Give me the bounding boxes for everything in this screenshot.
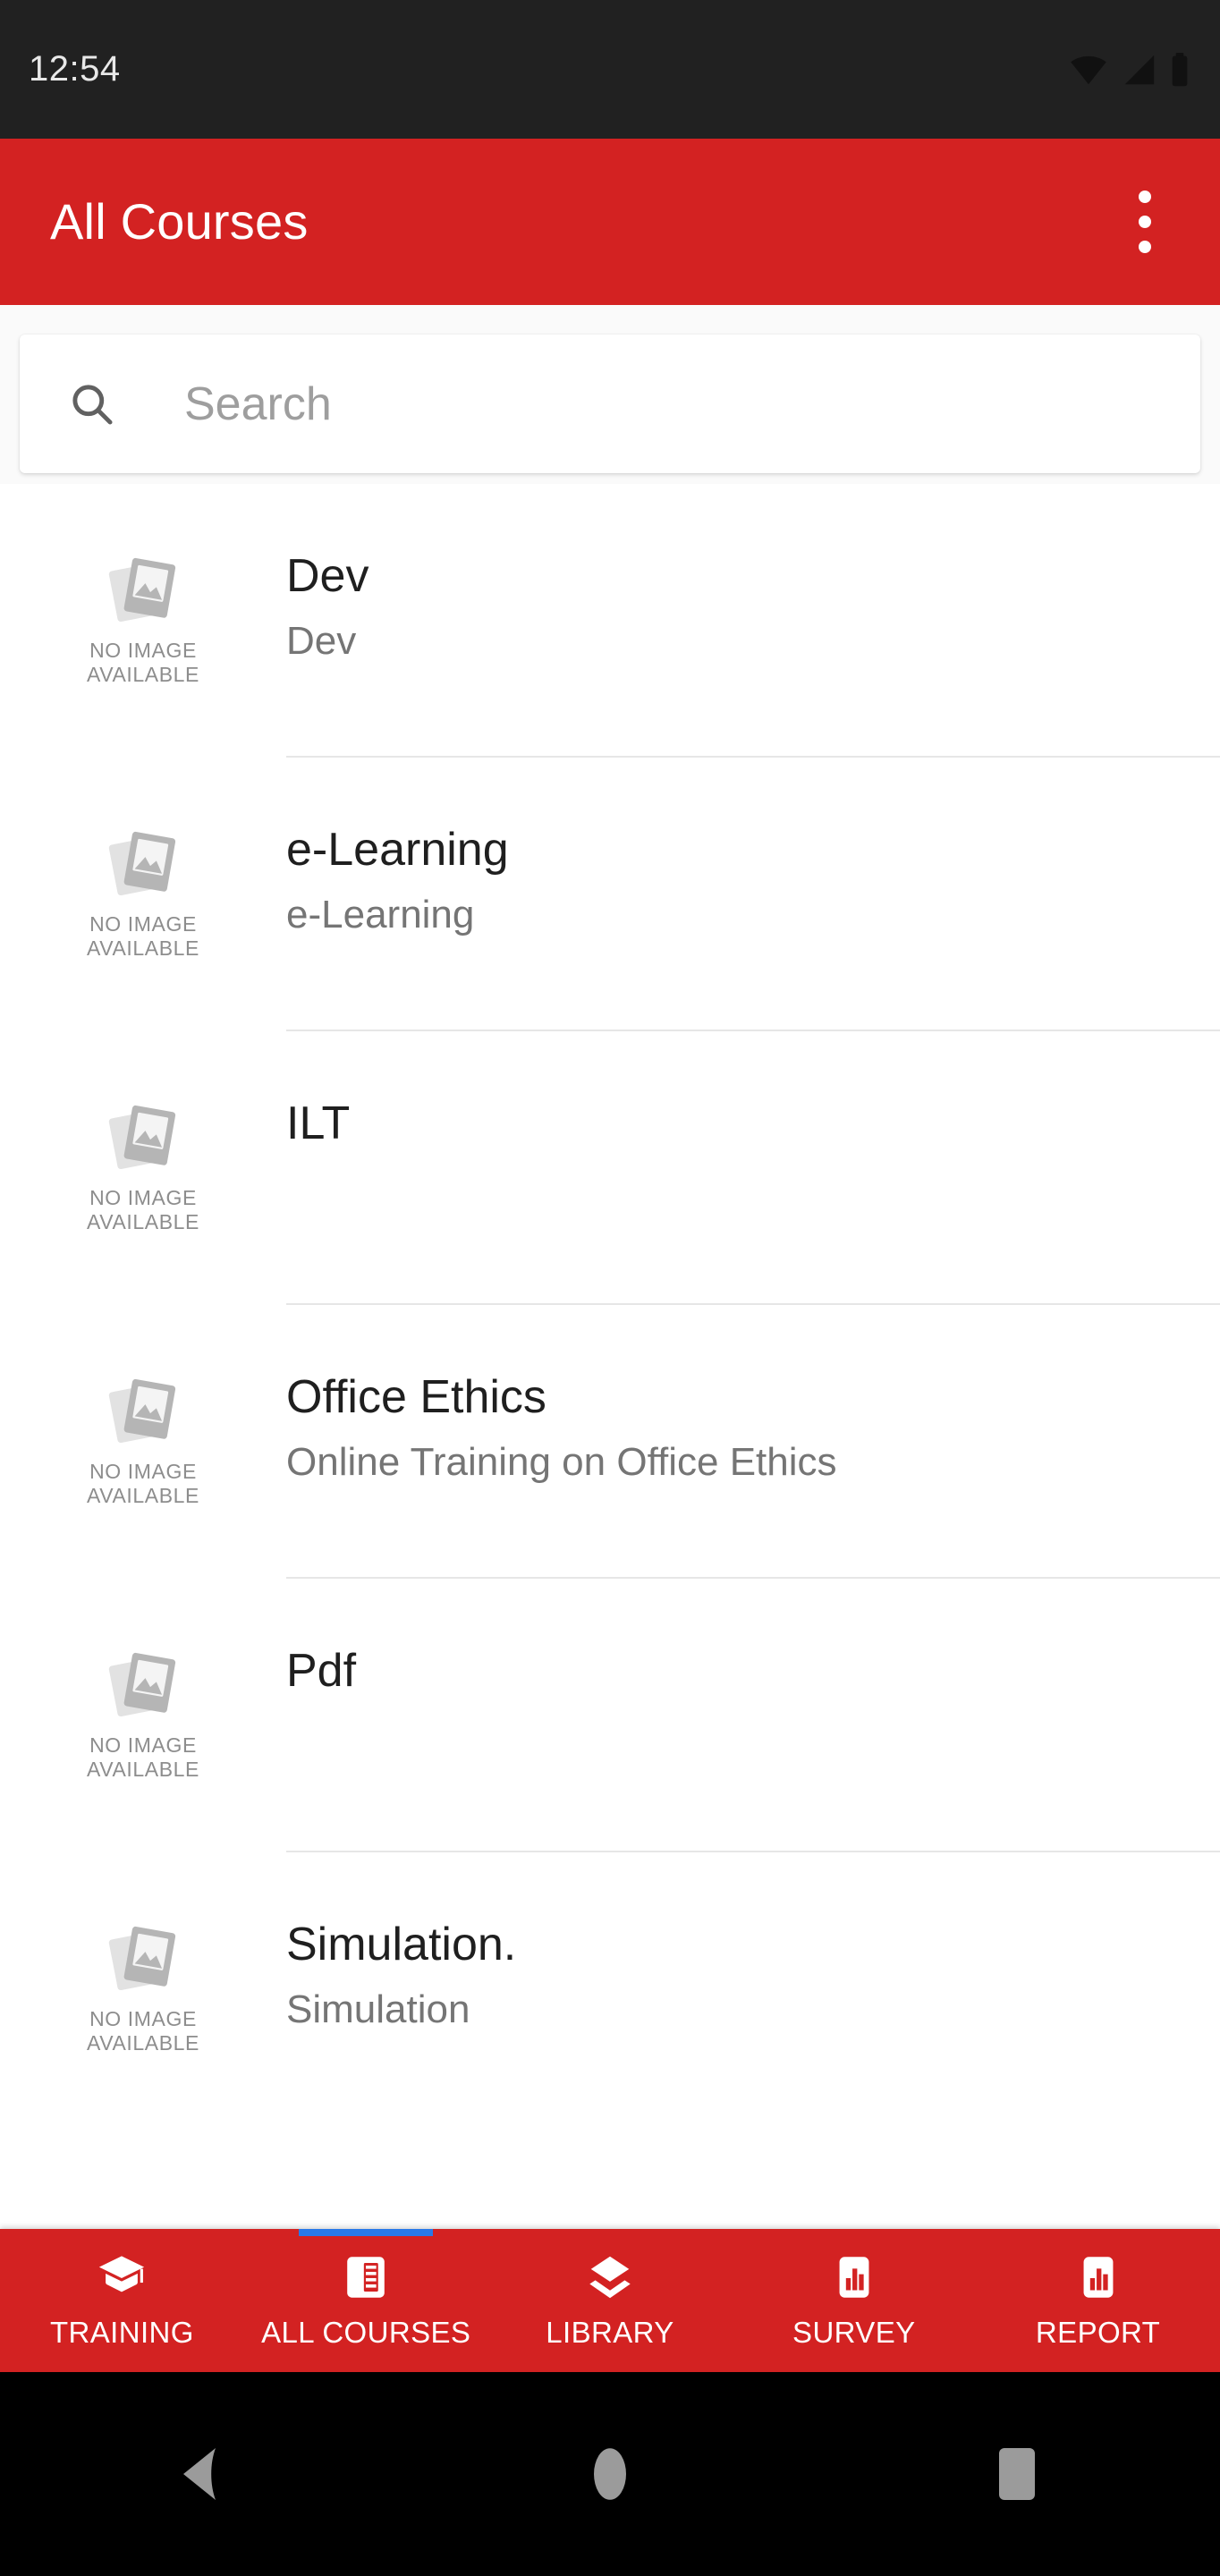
- course-subtitle: Simulation: [286, 1988, 470, 2032]
- wifi-icon: [1068, 54, 1109, 86]
- course-title: ILT: [286, 1098, 351, 1149]
- no-image-icon: [102, 1916, 184, 1998]
- triangle-left-icon: [180, 2446, 226, 2502]
- recents-button[interactable]: [963, 2420, 1071, 2528]
- nav-label: REPORT: [1035, 2316, 1161, 2349]
- nav-item-report[interactable]: REPORT: [976, 2229, 1220, 2372]
- no-image-label: NO IMAGE AVAILABLE: [86, 2006, 199, 2055]
- overflow-dot: [1139, 241, 1151, 253]
- no-image-placeholder: NO IMAGE AVAILABLE: [87, 1642, 199, 1782]
- table-row[interactable]: NO IMAGE AVAILABLE ILT: [0, 1031, 1220, 1305]
- no-image-label: NO IMAGE AVAILABLE: [86, 1733, 199, 1781]
- home-button[interactable]: [556, 2420, 664, 2528]
- android-system-navigation: [0, 2372, 1220, 2576]
- table-row[interactable]: NO IMAGE AVAILABLE Pdf: [0, 1579, 1220, 1852]
- nav-label: SURVEY: [792, 2316, 916, 2349]
- course-list[interactable]: NO IMAGE AVAILABLE Dev Dev NO IMAGE AVAI…: [0, 484, 1220, 2229]
- bottom-navigation: TRAINING ALL COURSES LIBRARY SURVEY REPO…: [0, 2229, 1220, 2372]
- nav-item-all-courses[interactable]: ALL COURSES: [244, 2229, 488, 2372]
- course-thumbnail: NO IMAGE AVAILABLE: [0, 1852, 286, 2126]
- course-title: e-Learning: [286, 825, 509, 876]
- course-subtitle: e-Learning: [286, 894, 475, 937]
- overflow-dot: [1139, 216, 1151, 228]
- course-thumbnail: NO IMAGE AVAILABLE: [0, 484, 286, 758]
- nav-item-training[interactable]: TRAINING: [0, 2229, 244, 2372]
- course-text: Simulation. Simulation: [286, 1852, 1220, 2126]
- circle-icon: [591, 2446, 629, 2502]
- app-screen: 12:54 All Courses Search NO IMAGE AVAILA…: [0, 0, 1220, 2576]
- nav-item-library[interactable]: LIBRARY: [488, 2229, 733, 2372]
- status-bar: 12:54: [0, 0, 1220, 139]
- page-title: All Courses: [50, 193, 309, 250]
- course-title: Dev: [286, 551, 369, 602]
- nav-label: ALL COURSES: [261, 2316, 471, 2349]
- no-image-icon: [102, 1642, 184, 1724]
- search-input[interactable]: [184, 377, 1165, 431]
- course-text: Office Ethics Online Training on Office …: [286, 1305, 1220, 1579]
- no-image-placeholder: NO IMAGE AVAILABLE: [87, 1368, 199, 1508]
- nav-label: LIBRARY: [546, 2316, 674, 2349]
- course-thumbnail: NO IMAGE AVAILABLE: [0, 1031, 286, 1305]
- no-image-label: NO IMAGE AVAILABLE: [86, 1459, 199, 1507]
- status-bar-clock: 12:54: [29, 49, 121, 89]
- cellular-signal-icon: [1122, 54, 1157, 86]
- overflow-dot: [1139, 191, 1151, 203]
- course-thumbnail: NO IMAGE AVAILABLE: [0, 758, 286, 1031]
- table-row[interactable]: NO IMAGE AVAILABLE Office Ethics Online …: [0, 1305, 1220, 1579]
- course-text: Dev Dev: [286, 484, 1220, 758]
- no-image-label: NO IMAGE AVAILABLE: [86, 911, 199, 960]
- battery-icon: [1170, 52, 1190, 87]
- bar-chart-icon: [828, 2251, 880, 2303]
- more-options-icon[interactable]: [1109, 173, 1181, 271]
- course-subtitle: Online Training on Office Ethics: [286, 1441, 837, 1485]
- no-image-icon: [102, 1095, 184, 1177]
- course-title: Simulation.: [286, 1919, 517, 1970]
- search-bar[interactable]: [20, 335, 1200, 473]
- square-icon: [997, 2446, 1037, 2502]
- search-icon: [66, 378, 118, 430]
- no-image-label: NO IMAGE AVAILABLE: [86, 1185, 199, 1233]
- table-row[interactable]: NO IMAGE AVAILABLE Simulation. Simulatio…: [0, 1852, 1220, 2126]
- back-button[interactable]: [149, 2420, 257, 2528]
- course-title: Office Ethics: [286, 1372, 546, 1423]
- course-thumbnail: NO IMAGE AVAILABLE: [0, 1579, 286, 1852]
- no-image-placeholder: NO IMAGE AVAILABLE: [87, 1916, 199, 2055]
- no-image-icon: [102, 821, 184, 903]
- course-subtitle: Dev: [286, 620, 357, 664]
- no-image-icon: [102, 1368, 184, 1451]
- search-section: [0, 305, 1220, 484]
- no-image-placeholder: NO IMAGE AVAILABLE: [87, 547, 199, 687]
- nav-item-survey[interactable]: SURVEY: [732, 2229, 976, 2372]
- course-title: Pdf: [286, 1646, 357, 1697]
- course-thumbnail: NO IMAGE AVAILABLE: [0, 1305, 286, 1579]
- course-text: ILT: [286, 1031, 1220, 1305]
- book-pages-icon: [340, 2251, 392, 2303]
- no-image-placeholder: NO IMAGE AVAILABLE: [87, 821, 199, 961]
- nav-label: TRAINING: [49, 2316, 194, 2349]
- bar-chart-icon: [1072, 2251, 1124, 2303]
- course-text: e-Learning e-Learning: [286, 758, 1220, 1031]
- app-bar: All Courses: [0, 139, 1220, 305]
- table-row[interactable]: NO IMAGE AVAILABLE e-Learning e-Learning: [0, 758, 1220, 1031]
- status-bar-icons: [1068, 52, 1190, 87]
- active-tab-indicator: [299, 2229, 434, 2236]
- graduation-cap-icon: [96, 2251, 148, 2303]
- course-text: Pdf: [286, 1579, 1220, 1852]
- no-image-label: NO IMAGE AVAILABLE: [86, 638, 199, 686]
- table-row[interactable]: NO IMAGE AVAILABLE Dev Dev: [0, 484, 1220, 758]
- layers-icon: [584, 2251, 636, 2303]
- no-image-placeholder: NO IMAGE AVAILABLE: [87, 1095, 199, 1234]
- no-image-icon: [102, 547, 184, 630]
